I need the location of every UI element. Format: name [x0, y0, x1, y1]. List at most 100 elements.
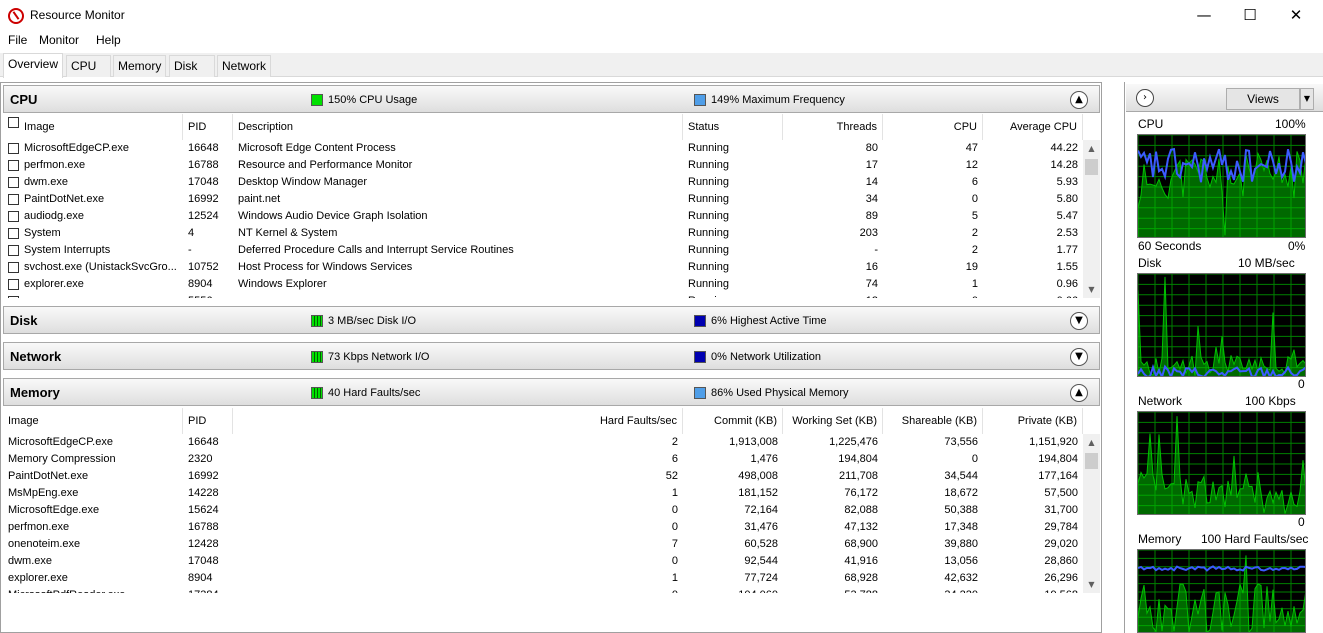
overview-panel: CPU 150% CPU Usage 149% Maximum Frequenc…	[0, 82, 1102, 633]
hard-faults-cell: 52	[665, 470, 678, 482]
threads-cell: 89	[865, 210, 878, 222]
image-cell: explorer.exe	[8, 572, 68, 584]
table-row[interactable]: MicrosoftEdgeCP.exe 16648 Microsoft Edge C…	[3, 140, 1083, 157]
collapse-cpu-icon[interactable]: ▲	[1070, 91, 1088, 109]
description-cell: paint.net	[238, 193, 281, 205]
image-cell: perfmon.exe	[24, 159, 86, 171]
table-row[interactable]: System 4 NT Kernel & System Running 203 2 2.53	[3, 225, 1083, 242]
table-row[interactable]: dwm.exe 17048 Desktop Window Manager Runnin…	[3, 174, 1083, 191]
private-cell: 19,568	[983, 587, 1083, 593]
hard-faults-cell: 6	[671, 453, 678, 465]
memory-table-scrollbar[interactable]: ▲ ▼	[1083, 434, 1100, 593]
table-row[interactable]: MsMpEng.exe 14228 1 181,152 76,172 18,672 57,5…	[3, 485, 1083, 502]
scroll-thumb[interactable]	[1085, 159, 1098, 175]
private-cell: 177,164	[1038, 470, 1078, 482]
table-row[interactable]: Memory Compression 2320 6 1,476 194,804 0 194,…	[3, 451, 1083, 468]
pid-cell: 16648	[188, 436, 219, 448]
pid-cell: 12428	[188, 538, 219, 550]
table-row[interactable]: explorer.exe 8904 Windows Explorer Running 7…	[3, 276, 1083, 293]
menu-file[interactable]: File	[8, 33, 27, 47]
scroll-up-icon[interactable]: ▲	[1083, 434, 1100, 451]
cpu-col-threads[interactable]: Threads	[783, 114, 883, 140]
tab-cpu[interactable]: CPU	[66, 55, 111, 77]
threads-cell: 14	[865, 176, 878, 188]
table-row[interactable]: PaintDotNet.exe 16992 52 498,008 211,708 34,5…	[3, 468, 1083, 485]
mem-col-shareable[interactable]: Shareable (KB)	[883, 408, 983, 434]
cpu-col-image[interactable]: Image	[3, 114, 183, 140]
shareable-cell: 18,672	[944, 487, 978, 499]
table-row[interactable]: onenoteim.exe 12428 7 60,528 68,900 39,880 29,…	[3, 536, 1083, 553]
disk-graph-min: 0	[1298, 377, 1305, 391]
disk-active-stat: 6% Highest Active Time	[711, 315, 827, 327]
cpu-table-scrollbar[interactable]: ▲ ▼	[1083, 140, 1100, 298]
private-cell: 28,860	[1044, 555, 1078, 567]
cpu-col-cpu[interactable]: CPU	[883, 114, 983, 140]
toggle-graphs-icon[interactable]: ›	[1136, 89, 1154, 107]
mem-col-hard-faults[interactable]: Hard Faults/sec	[233, 408, 683, 434]
status-cell: Running	[688, 227, 729, 239]
tab-disk[interactable]: Disk	[169, 55, 215, 77]
memory-section-header[interactable]: Memory 40 Hard Faults/sec 86% Used Physi…	[3, 378, 1100, 406]
table-row[interactable]: audiodg.exe 12524 Windows Audio Device Gra…	[3, 208, 1083, 225]
threads-cell: 16	[865, 261, 878, 273]
mem-col-private[interactable]: Private (KB)	[983, 408, 1083, 434]
shareable-cell: 34,220	[883, 587, 983, 593]
image-cell: explorer.exe	[24, 278, 84, 290]
status-cell: Running	[688, 261, 729, 273]
scroll-down-icon[interactable]: ▼	[1083, 281, 1100, 298]
network-section-title: Network	[10, 349, 62, 364]
views-button[interactable]: Views	[1226, 88, 1300, 110]
description-cell: NT Kernel & System	[238, 227, 338, 239]
table-row[interactable]: PaintDotNet.exe 16992 paint.net Running 34 0 5…	[3, 191, 1083, 208]
mem-col-pid[interactable]: PID	[183, 408, 233, 434]
description-cell: Resource and Performance Monitor	[238, 159, 413, 171]
cpu-col-average-cpu[interactable]: Average CPU	[983, 114, 1083, 140]
status-cell: Running	[688, 193, 729, 205]
table-row[interactable]: System Interrupts - Deferred Procedure Cal…	[3, 242, 1083, 259]
menu-monitor[interactable]: Monitor	[39, 33, 79, 47]
tab-overview[interactable]: Overview	[3, 53, 64, 78]
mem-col-image[interactable]: Image	[3, 408, 183, 434]
pid-cell: 17384	[183, 587, 233, 593]
menu-help[interactable]: Help	[96, 33, 121, 47]
minimize-button[interactable]: —	[1181, 0, 1227, 31]
table-row[interactable]: MicrosoftPdfReader.exe173840104,06053,78…	[3, 587, 1083, 593]
scroll-up-icon[interactable]: ▲	[1083, 140, 1100, 157]
memory-section-title: Memory	[10, 385, 60, 400]
commit-cell: 1,476	[750, 453, 778, 465]
network-section-header[interactable]: Network 73 Kbps Network I/O 0% Network U…	[3, 342, 1100, 370]
table-row[interactable]: MicrosoftEdgeCP.exe 16648 2 1,913,008 1,225,…	[3, 434, 1083, 451]
table-row[interactable]: perfmon.exe 16788 0 31,476 47,132 17,348 29,78…	[3, 519, 1083, 536]
collapse-memory-icon[interactable]: ▲	[1070, 384, 1088, 402]
mem-col-working-set[interactable]: Working Set (KB)	[783, 408, 883, 434]
table-row[interactable]: perfmon.exe 16788 Resource and Performance…	[3, 157, 1083, 174]
mem-col-commit[interactable]: Commit (KB)	[683, 408, 783, 434]
tab-bar: Overview CPU Memory Disk Network	[0, 53, 1323, 78]
table-row[interactable]: csrss.exe5556 Running1300.66	[3, 293, 1083, 298]
shareable-cell: 0	[971, 453, 978, 465]
cpu-col-pid[interactable]: PID	[183, 114, 233, 140]
cpu-section-header[interactable]: CPU 150% CPU Usage 149% Maximum Frequenc…	[3, 85, 1100, 113]
close-button[interactable]: ✕	[1273, 0, 1319, 31]
image-cell: MicrosoftEdgeCP.exe	[24, 142, 129, 154]
threads-cell: 74	[865, 278, 878, 290]
table-row[interactable]: explorer.exe 8904 1 77,724 68,928 42,632 26,29…	[3, 570, 1083, 587]
table-row[interactable]: dwm.exe 17048 0 92,544 41,916 13,056 28,860	[3, 553, 1083, 570]
expand-disk-icon[interactable]: ▼	[1070, 312, 1088, 330]
maximize-button[interactable]: ☐	[1227, 0, 1273, 31]
select-all-checkbox[interactable]	[8, 117, 19, 128]
table-row[interactable]: MicrosoftEdge.exe 15624 0 72,164 82,088 50,38…	[3, 502, 1083, 519]
scroll-down-icon[interactable]: ▼	[1083, 576, 1100, 593]
views-dropdown-icon[interactable]: ▼	[1300, 88, 1314, 110]
cpu-cell: 1	[971, 278, 978, 290]
tab-network[interactable]: Network	[217, 55, 272, 77]
average-cpu-cell: 0.66	[983, 293, 1083, 298]
table-row[interactable]: svchost.exe (UnistackSvcGro... 10752 Host …	[3, 259, 1083, 276]
tab-memory[interactable]: Memory	[113, 55, 167, 77]
cpu-col-status[interactable]: Status	[683, 114, 783, 140]
expand-network-icon[interactable]: ▼	[1070, 348, 1088, 366]
disk-section-header[interactable]: Disk 3 MB/sec Disk I/O 6% Highest Active…	[3, 306, 1100, 334]
private-cell: 29,020	[1044, 538, 1078, 550]
cpu-col-description[interactable]: Description	[233, 114, 683, 140]
scroll-thumb[interactable]	[1085, 453, 1098, 469]
